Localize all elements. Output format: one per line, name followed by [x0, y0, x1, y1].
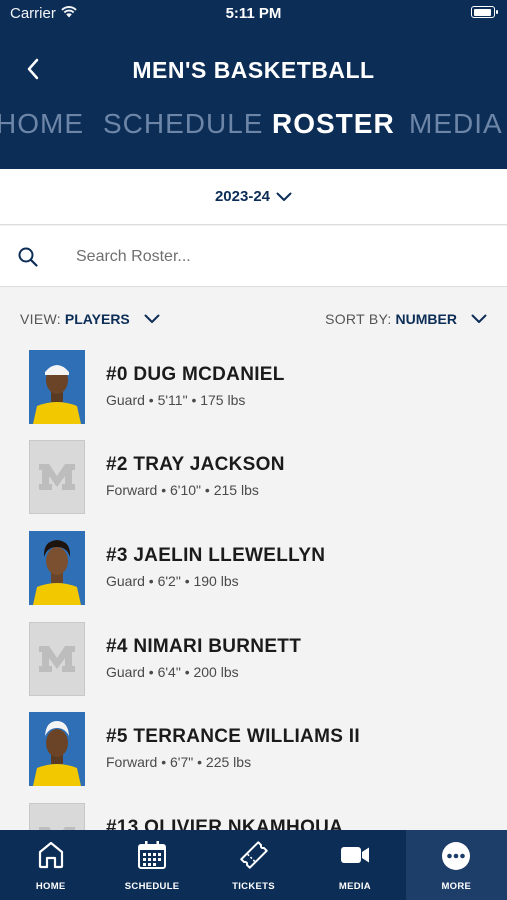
player-name: #5 TERRANCE WILLIAMS II — [106, 726, 360, 747]
tab-bar-media[interactable]: MEDIA — [304, 830, 405, 900]
roster-item[interactable]: #2 TRAY JACKSON Forward • 6'10" • 215 lb… — [0, 440, 507, 530]
tab-bar-tickets[interactable]: TICKETS — [203, 830, 304, 900]
tab-bar-more-label: MORE — [441, 881, 472, 892]
michigan-m-logo — [39, 464, 75, 490]
roster-item[interactable]: #13 OLIVIER NKAMHOUA — [0, 803, 507, 830]
player-name: #2 TRAY JACKSON — [106, 454, 285, 475]
player-photo-placeholder — [29, 440, 85, 514]
calendar-icon — [138, 841, 167, 869]
status-bar: Carrier 5:11 PM — [0, 0, 507, 30]
player-detail: Forward • 6'10" • 215 lbs — [106, 482, 259, 498]
player-photo-placeholder — [29, 803, 85, 830]
roster-item[interactable]: #5 TERRANCE WILLIAMS II Forward • 6'7" •… — [0, 712, 507, 802]
search-bar — [0, 226, 507, 287]
search-input[interactable] — [76, 240, 476, 274]
player-name: #3 JAELIN LLEWELLYN — [106, 545, 326, 566]
tab-bar-more[interactable]: MORE — [405, 830, 507, 900]
player-photo-placeholder — [29, 622, 85, 696]
view-filter-value: PLAYERS — [64, 311, 130, 327]
player-photo — [29, 712, 85, 786]
sort-filter[interactable]: SORT BY: NUMBER — [325, 311, 487, 327]
player-photo — [29, 350, 85, 424]
player-detail: Forward • 6'7" • 225 lbs — [106, 754, 252, 770]
tab-bar-home[interactable]: HOME — [0, 830, 101, 900]
home-icon — [38, 841, 63, 869]
player-detail: Guard • 6'4" • 200 lbs — [106, 664, 239, 680]
chevron-down-icon — [276, 192, 292, 201]
player-photo — [29, 531, 85, 605]
app-header: Carrier 5:11 PM MEN'S BASKETBALL HOME SC… — [0, 0, 507, 169]
player-name: #0 DUG MCDANIEL — [106, 364, 285, 385]
chevron-down-icon — [144, 314, 160, 323]
sort-filter-value: NUMBER — [395, 311, 457, 327]
player-name: #4 NIMARI BURNETT — [106, 636, 302, 657]
tab-bar-schedule[interactable]: SCHEDULE — [101, 830, 202, 900]
bottom-tab-bar: HOME SCHEDULE TICKETS MEDIA MORE — [0, 830, 507, 900]
roster-item[interactable]: #0 DUG MCDANIEL Guard • 5'11" • 175 lbs — [0, 350, 507, 440]
tab-roster[interactable]: ROSTER — [272, 108, 395, 140]
chevron-down-icon — [471, 314, 487, 323]
player-detail: Guard • 5'11" • 175 lbs — [106, 392, 246, 408]
tab-bar-schedule-label: SCHEDULE — [124, 881, 180, 892]
video-camera-icon — [340, 847, 369, 863]
tab-bar-media-label: MEDIA — [338, 881, 371, 892]
filter-row: VIEW: PLAYERS SORT BY: NUMBER — [0, 296, 507, 342]
section-tabs: HOME SCHEDULE ROSTER MEDIA — [0, 108, 507, 154]
tab-bar-home-label: HOME — [35, 881, 66, 892]
tab-media[interactable]: MEDIA — [409, 108, 503, 140]
ticket-icon — [239, 841, 268, 869]
more-icon — [442, 842, 471, 870]
search-icon — [18, 247, 38, 267]
roster-item[interactable]: #3 JAELIN LLEWELLYN Guard • 6'2" • 190 l… — [0, 531, 507, 621]
battery-icon — [471, 6, 498, 18]
player-detail: Guard • 6'2" • 190 lbs — [106, 573, 239, 589]
roster-item[interactable]: #4 NIMARI BURNETT Guard • 6'4" • 200 lbs — [0, 622, 507, 712]
tab-home[interactable]: HOME — [0, 108, 84, 140]
sort-filter-key: SORT BY: — [325, 311, 392, 327]
tab-bar-tickets-label: TICKETS — [232, 881, 275, 892]
tab-schedule[interactable]: SCHEDULE — [103, 108, 263, 140]
view-filter-key: VIEW: — [20, 311, 61, 327]
season-label: 2023-24 — [214, 188, 271, 205]
page-title: MEN'S BASKETBALL — [132, 57, 375, 83]
michigan-m-logo — [39, 646, 75, 672]
season-selector[interactable]: 2023-24 — [0, 169, 507, 225]
player-name: #13 OLIVIER NKAMHOUA — [106, 817, 344, 830]
view-filter[interactable]: VIEW: PLAYERS — [20, 311, 160, 327]
status-time: 5:11 PM — [225, 5, 282, 22]
roster-list: #0 DUG MCDANIEL Guard • 5'11" • 175 lbs … — [0, 350, 507, 830]
